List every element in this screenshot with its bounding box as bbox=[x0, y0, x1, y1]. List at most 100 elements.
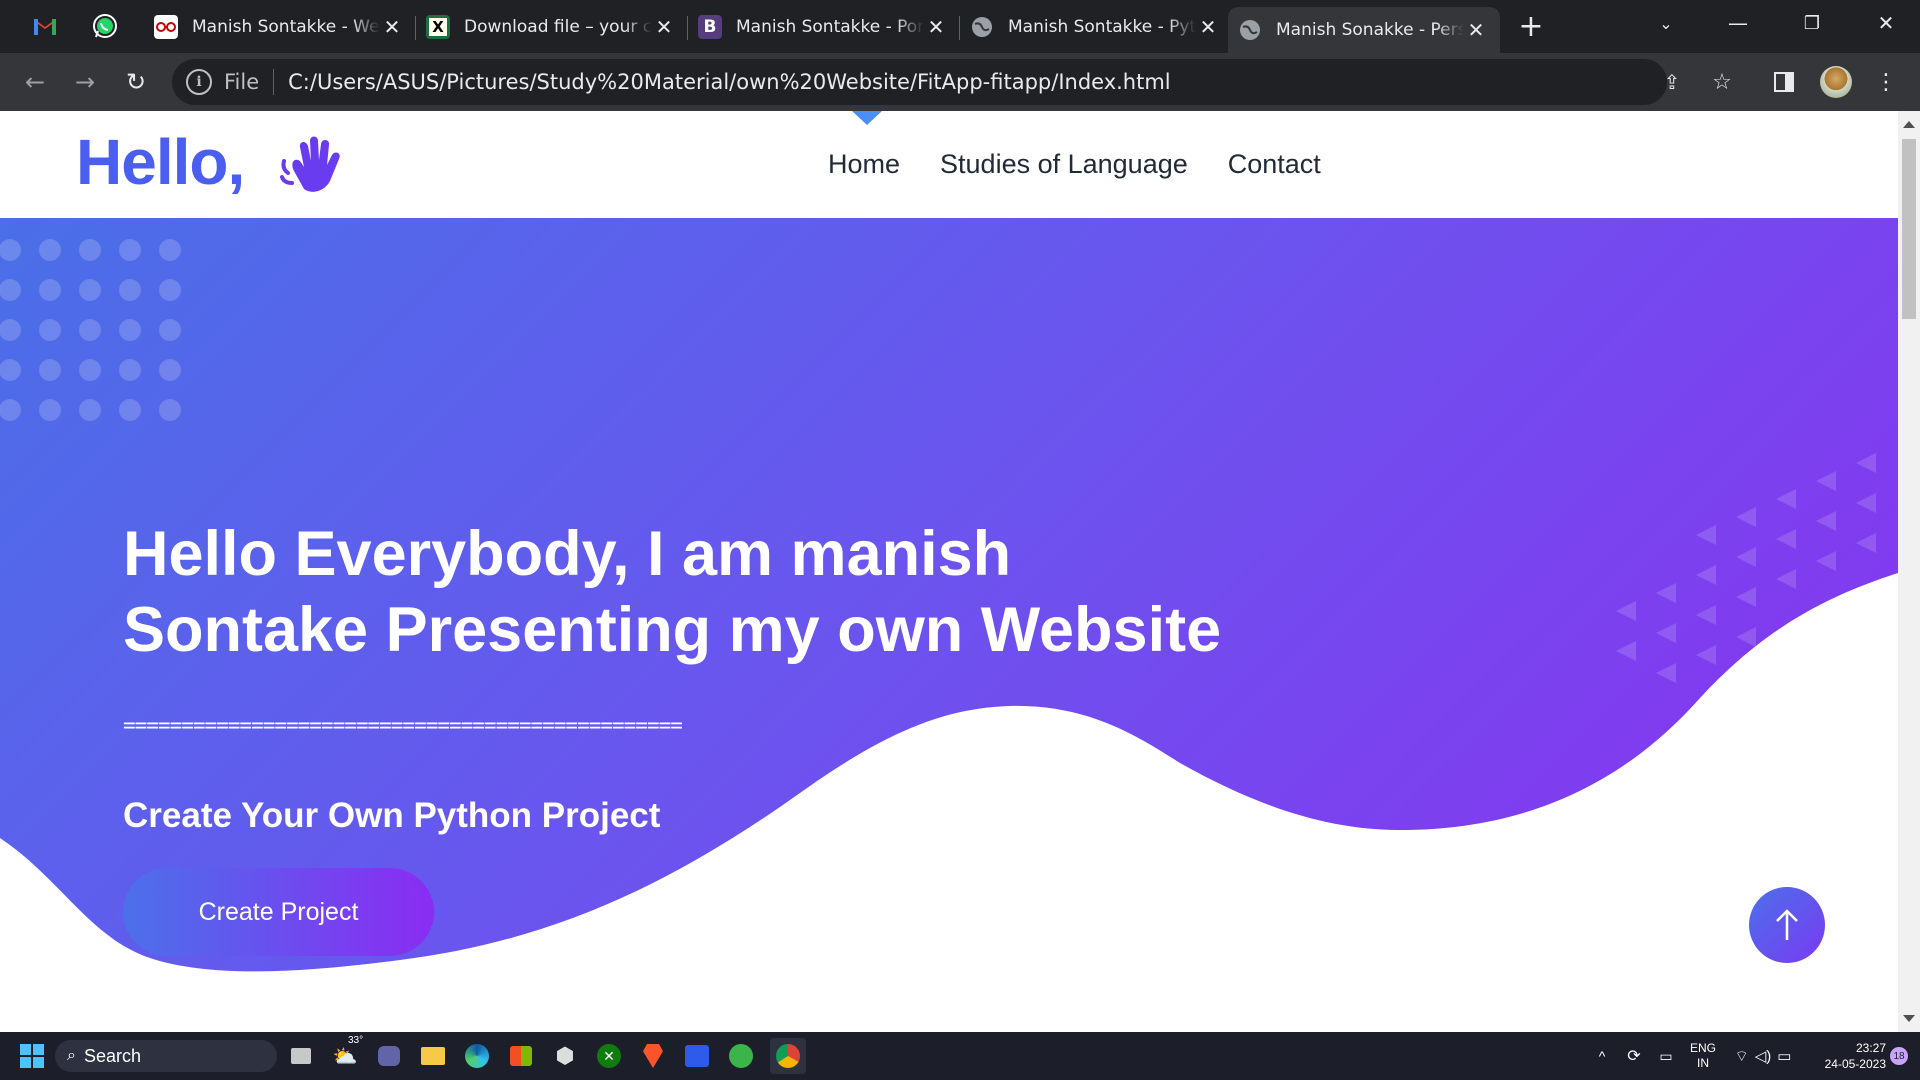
app-button-3[interactable] bbox=[726, 1041, 756, 1071]
minimize-icon: — bbox=[1728, 11, 1748, 35]
site-header: Hello, Home Studies of Language Contact bbox=[0, 111, 1898, 218]
app-icon bbox=[729, 1044, 753, 1068]
arrow-up-icon bbox=[1776, 909, 1798, 940]
store-icon bbox=[510, 1046, 532, 1066]
site-logo[interactable]: Hello, bbox=[76, 125, 245, 199]
notification-badge: 18 bbox=[1890, 1047, 1908, 1065]
app-button-1[interactable]: ⬢ bbox=[550, 1041, 580, 1071]
restore-icon: ❐ bbox=[1803, 12, 1821, 34]
web-page: Hello, Home Studies of Language Contact bbox=[0, 111, 1898, 1032]
menu-button[interactable]: ⋮ bbox=[1868, 64, 1904, 100]
side-panel-button[interactable] bbox=[1766, 64, 1802, 100]
gmail-pinned-tab[interactable] bbox=[28, 9, 62, 43]
close-tab-icon[interactable]: ✕ bbox=[652, 15, 676, 39]
chrome-button-active[interactable] bbox=[770, 1038, 806, 1074]
widgets-button[interactable]: ⛅ 33° bbox=[330, 1035, 364, 1071]
wifi-icon: ⌔ bbox=[1734, 1047, 1749, 1065]
url-text: C:/Users/ASUS/Pictures/Study%20Material/… bbox=[288, 70, 1171, 94]
sync-tray-icon[interactable]: ⟳ bbox=[1620, 1032, 1648, 1080]
bookmark-button[interactable]: ☆ bbox=[1704, 64, 1740, 100]
quick-settings-button[interactable]: ⌔ ◁) ▭ bbox=[1728, 1032, 1798, 1080]
back-button[interactable]: ← bbox=[17, 64, 53, 100]
chrome-icon bbox=[776, 1044, 800, 1068]
app-button-2[interactable] bbox=[682, 1041, 712, 1071]
volume-icon: ◁) bbox=[1754, 1048, 1772, 1065]
store-button[interactable] bbox=[506, 1041, 536, 1071]
tab-search-button[interactable]: ⌄ bbox=[1636, 0, 1696, 46]
folder-icon bbox=[421, 1047, 445, 1065]
tab-3[interactable]: B Manish Sontakke - Port ✕ bbox=[688, 9, 960, 45]
taskbar-search[interactable]: ⌕ Search bbox=[55, 1040, 277, 1072]
language-indicator[interactable]: ENG IN bbox=[1686, 1032, 1720, 1080]
whatsapp-pinned-tab[interactable] bbox=[88, 9, 122, 43]
address-bar[interactable]: i File C:/Users/ASUS/Pictures/Study%20Ma… bbox=[172, 59, 1667, 105]
nav-contact[interactable]: Contact bbox=[1228, 149, 1321, 180]
close-tab-icon[interactable]: ✕ bbox=[380, 15, 404, 39]
tab-4[interactable]: Manish Sontakke - Pyth ✕ bbox=[960, 9, 1232, 45]
scroll-thumb[interactable] bbox=[1902, 139, 1916, 319]
create-project-button[interactable]: Create Project bbox=[123, 868, 434, 956]
clock-time: 23:27 bbox=[1855, 1041, 1886, 1055]
share-icon: ⇪ bbox=[1663, 70, 1681, 94]
info-icon[interactable]: i bbox=[186, 69, 212, 95]
profile-button[interactable] bbox=[1818, 64, 1854, 100]
reload-icon: ↻ bbox=[125, 68, 147, 96]
tab-2[interactable]: X Download file – your c ✕ bbox=[416, 9, 688, 45]
page-scrollbar[interactable] bbox=[1898, 111, 1920, 1032]
tab-1[interactable]: Manish Sontakke - Web ✕ bbox=[144, 9, 416, 45]
tab-title: Manish Sontakke - Web bbox=[192, 17, 380, 37]
share-button[interactable]: ⇪ bbox=[1654, 64, 1690, 100]
app-icon bbox=[685, 1045, 709, 1067]
tab-5-active[interactable]: Manish Sonakke - Pers ✕ bbox=[1228, 7, 1500, 53]
new-tab-button[interactable]: + bbox=[1514, 8, 1548, 44]
hero-title: Hello Everybody, I am manish Sontake Pre… bbox=[123, 519, 1222, 665]
teams-button[interactable] bbox=[374, 1041, 404, 1071]
scroll-up-arrow-icon[interactable] bbox=[1903, 121, 1915, 128]
close-window-button[interactable]: ✕ bbox=[1856, 0, 1916, 46]
start-button[interactable] bbox=[17, 1041, 47, 1071]
xbox-icon: ✕ bbox=[597, 1044, 621, 1068]
notification-center-button[interactable]: 18 bbox=[1886, 1032, 1912, 1080]
weather-icon: ⛅ bbox=[332, 1045, 358, 1068]
edge-button[interactable] bbox=[462, 1041, 492, 1071]
globe-icon bbox=[970, 15, 994, 39]
close-tab-icon[interactable]: ✕ bbox=[924, 15, 948, 39]
globe-icon bbox=[1238, 18, 1262, 42]
scroll-to-top-button[interactable] bbox=[1749, 887, 1825, 963]
task-view-button[interactable] bbox=[286, 1041, 316, 1071]
tab-title: Manish Sontakke - Pyth bbox=[1008, 17, 1196, 37]
clock[interactable]: 23:27 24-05-2023 bbox=[1806, 1032, 1886, 1080]
display-tray-icon[interactable]: ▭ bbox=[1652, 1032, 1680, 1080]
brave-button[interactable] bbox=[638, 1041, 668, 1071]
tray-overflow-button[interactable]: ^ bbox=[1590, 1032, 1614, 1080]
brave-icon bbox=[643, 1044, 663, 1068]
plus-icon: + bbox=[1518, 8, 1544, 44]
divider bbox=[273, 69, 275, 95]
close-tab-icon[interactable]: ✕ bbox=[1464, 18, 1488, 42]
chevron-down-icon: ⌄ bbox=[1659, 13, 1673, 33]
arrow-left-icon: ← bbox=[24, 68, 46, 96]
task-view-icon bbox=[291, 1048, 311, 1064]
search-icon: ⌕ bbox=[67, 1047, 76, 1064]
main-nav: Home Studies of Language Contact bbox=[828, 149, 1321, 180]
xbox-button[interactable]: ✕ bbox=[594, 1041, 624, 1071]
battery-icon: ▭ bbox=[1777, 1048, 1792, 1065]
close-tab-icon[interactable]: ✕ bbox=[1196, 15, 1220, 39]
hero-divider-text: ========================================… bbox=[123, 713, 683, 737]
minimize-button[interactable]: — bbox=[1708, 0, 1768, 46]
reload-button[interactable]: ↻ bbox=[118, 64, 154, 100]
nav-studies-of-language[interactable]: Studies of Language bbox=[940, 149, 1188, 180]
scroll-down-arrow-icon[interactable] bbox=[1903, 1015, 1915, 1022]
excel-icon: X bbox=[426, 15, 450, 39]
chevron-up-icon: ^ bbox=[1598, 1048, 1606, 1064]
nav-home[interactable]: Home bbox=[828, 149, 900, 180]
hero-section: Hello Everybody, I am manish Sontake Pre… bbox=[0, 218, 1898, 1032]
tab-title: Manish Sontakke - Port bbox=[736, 17, 924, 37]
restore-button[interactable]: ❐ bbox=[1782, 0, 1842, 46]
arrow-right-icon: → bbox=[74, 68, 96, 96]
forward-button[interactable]: → bbox=[67, 64, 103, 100]
file-explorer-button[interactable] bbox=[418, 1041, 448, 1071]
search-placeholder: Search bbox=[83, 1045, 142, 1066]
edge-icon bbox=[465, 1044, 489, 1068]
region-code: IN bbox=[1697, 1056, 1709, 1070]
